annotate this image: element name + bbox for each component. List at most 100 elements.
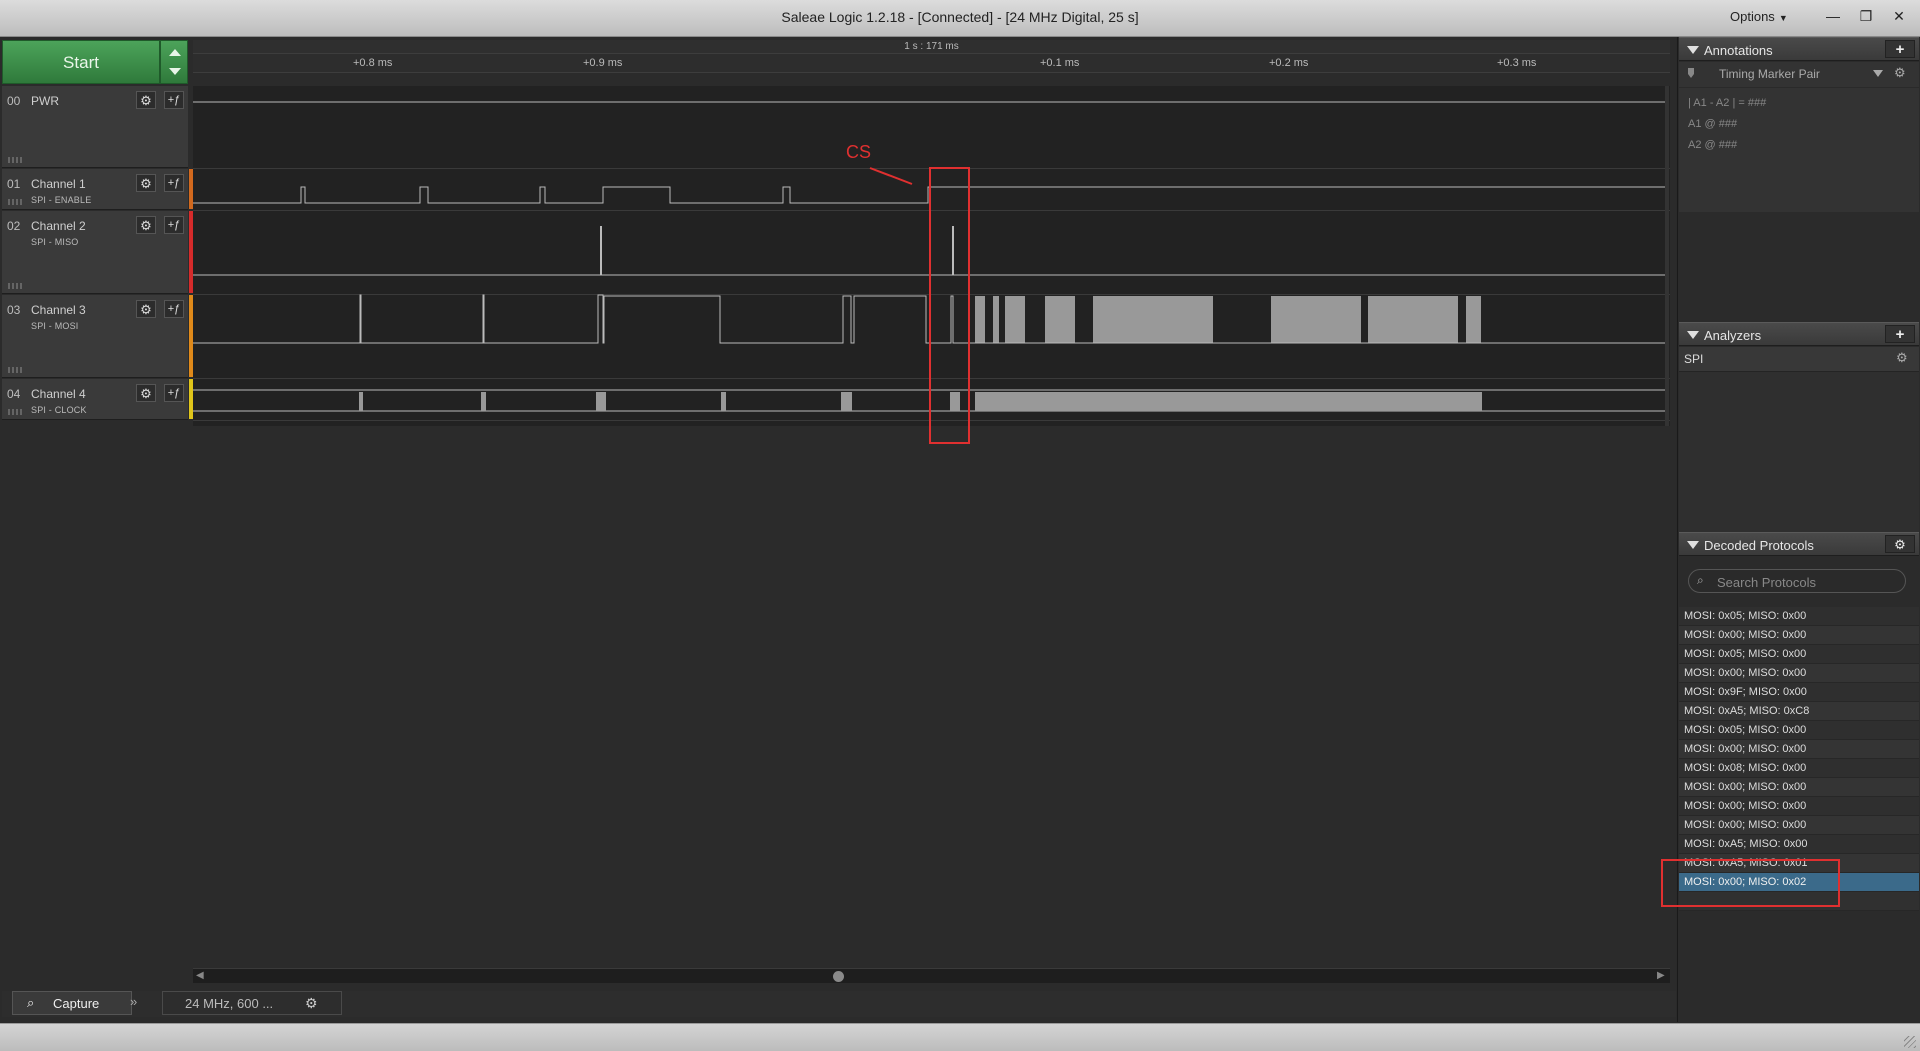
chevron-down-icon[interactable] [1873, 70, 1883, 77]
horizontal-scrollbar[interactable]: ◀ ▶ [193, 968, 1670, 983]
waveform-background [193, 86, 1670, 426]
chevron-down-icon: ▼ [1778, 13, 1788, 23]
clock-burst [975, 392, 1482, 411]
channel-number: 00 [7, 94, 21, 108]
list-item[interactable]: MOSI: 0x08; MISO: 0x00 [1679, 759, 1919, 778]
close-icon[interactable]: ✕ [1888, 6, 1910, 26]
channel-number: 02 [7, 219, 21, 233]
protocol-search[interactable]: ⌕ [1688, 569, 1906, 593]
window-title: Saleae Logic 1.2.18 - [Connected] - [24 … [781, 9, 1139, 25]
chevron-up-icon [169, 49, 181, 56]
channel-number: 04 [7, 387, 21, 401]
gear-icon[interactable]: ⚙ [136, 216, 156, 234]
drag-handle-icon[interactable] [8, 199, 22, 205]
timescale-label: 1 s : 171 ms [904, 41, 959, 52]
annotations-header[interactable]: Annotations + [1679, 37, 1919, 61]
annotations-title: Annotations [1704, 43, 1773, 58]
gear-icon[interactable]: ⚙ [136, 384, 156, 402]
gear-icon[interactable]: ⚙ [136, 174, 156, 192]
list-item[interactable]: MOSI: 0xA5; MISO: 0x01 [1679, 854, 1919, 873]
mosi-burst-block [993, 296, 999, 343]
channel-subtitle: SPI - MISO [31, 237, 79, 247]
list-item-selected[interactable]: MOSI: 0x00; MISO: 0x02 [1679, 873, 1919, 892]
minimize-icon[interactable]: — [1822, 6, 1844, 26]
list-item[interactable]: MOSI: 0x05; MISO: 0x00 [1679, 607, 1919, 626]
resize-grip-icon[interactable] [1904, 1036, 1916, 1048]
trigger-icon[interactable]: +ƒ [164, 91, 184, 109]
time-tick: +0.8 ms [353, 57, 393, 69]
channel-name: Channel 1 [31, 177, 86, 191]
channel-row-02[interactable]: 02 Channel 2 SPI - MISO ⚙ +ƒ [2, 211, 193, 294]
marker-a2: A2 @ ### [1688, 139, 1738, 151]
trigger-icon[interactable]: +ƒ [164, 174, 184, 192]
search-input[interactable] [1715, 572, 1899, 592]
clock-pulse [950, 392, 960, 411]
list-item[interactable]: MOSI: 0xA5; MISO: 0xC8 [1679, 702, 1919, 721]
trigger-icon[interactable]: +ƒ [164, 216, 184, 234]
drag-handle-icon[interactable] [8, 409, 22, 415]
trigger-icon[interactable]: +ƒ [164, 384, 184, 402]
capture-label: Capture [53, 996, 100, 1011]
gear-icon[interactable]: ⚙ [305, 992, 318, 1014]
capture-rate-label: 24 MHz, 600 ... [185, 996, 274, 1011]
trigger-icon[interactable]: +ƒ [164, 300, 184, 318]
expand-tabs-icon[interactable]: » [130, 994, 137, 1009]
drag-handle-icon[interactable] [8, 157, 22, 163]
timing-marker-label: Timing Marker Pair [1719, 67, 1820, 81]
collapse-icon[interactable] [1687, 541, 1699, 549]
add-annotation-button[interactable]: + [1885, 40, 1915, 58]
title-bar: Saleae Logic 1.2.18 - [Connected] - [24 … [0, 0, 1920, 37]
list-item[interactable]: MOSI: 0x00; MISO: 0x00 [1679, 816, 1919, 835]
list-item[interactable]: MOSI: 0x00; MISO: 0x00 [1679, 664, 1919, 683]
mosi-burst-block [1466, 296, 1481, 343]
start-options-spinner[interactable] [160, 40, 188, 84]
decoded-protocol-list[interactable]: MOSI: 0x05; MISO: 0x00 MOSI: 0x00; MISO:… [1679, 607, 1919, 911]
list-item[interactable]: MOSI: 0x00; MISO: 0x00 [1679, 778, 1919, 797]
channel-name: Channel 2 [31, 219, 86, 233]
time-ruler[interactable]: +0.8 ms +0.9 ms +0.1 ms +0.2 ms +0.3 ms [193, 54, 1670, 73]
gear-icon[interactable]: ⚙ [136, 91, 156, 109]
mosi-burst-block [975, 296, 985, 343]
capture-settings-tab[interactable]: 24 MHz, 600 ... ⚙ [162, 991, 342, 1015]
clock-pulse [481, 392, 486, 411]
scroll-right-icon[interactable]: ▶ [1657, 970, 1665, 981]
main-area: Start 1 s : 171 ms +0.8 ms +0.9 ms +0.1 … [0, 37, 1676, 1022]
list-item[interactable]: MOSI: 0x05; MISO: 0x00 [1679, 645, 1919, 664]
options-label: Options [1730, 9, 1775, 24]
gear-icon[interactable]: ⚙ [136, 300, 156, 318]
list-item[interactable]: MOSI: 0x00; MISO: 0x00 [1679, 740, 1919, 759]
capture-tab[interactable]: ⌕ Capture [12, 991, 132, 1015]
scrollbar-thumb[interactable] [833, 971, 844, 982]
list-item[interactable]: MOSI: 0x00; MISO: 0x00 [1679, 797, 1919, 816]
drag-handle-icon[interactable] [8, 367, 22, 373]
channel-row-04[interactable]: 04 Channel 4 SPI - CLOCK ⚙ +ƒ [2, 379, 193, 420]
add-analyzer-button[interactable]: + [1885, 325, 1915, 343]
gear-icon[interactable]: ⚙ [1894, 65, 1906, 81]
channel-row-03[interactable]: 03 Channel 3 SPI - MOSI ⚙ +ƒ [2, 295, 193, 378]
analyzer-item-spi[interactable]: SPI ⚙ [1679, 347, 1919, 372]
scroll-left-icon[interactable]: ◀ [196, 970, 204, 981]
list-item[interactable]: MOSI: 0x05; MISO: 0x00 [1679, 721, 1919, 740]
analyzers-header[interactable]: Analyzers + [1679, 322, 1919, 346]
channel-row-01[interactable]: 01 Channel 1 SPI - ENABLE ⚙ +ƒ [2, 169, 193, 210]
list-item[interactable]: MOSI: 0x00; MISO: 0x00 [1679, 626, 1919, 645]
channel-number: 03 [7, 303, 21, 317]
channel-subtitle: SPI - MOSI [31, 321, 79, 331]
clock-pulse [841, 392, 852, 411]
collapse-icon[interactable] [1687, 46, 1699, 54]
drag-handle-icon[interactable] [8, 283, 22, 289]
list-item-empty [1679, 892, 1919, 911]
list-item[interactable]: MOSI: 0xA5; MISO: 0x00 [1679, 835, 1919, 854]
restore-icon[interactable]: ❐ [1855, 6, 1877, 26]
channel-row-00[interactable]: 00 PWR ⚙ +ƒ [2, 86, 188, 168]
gear-icon[interactable]: ⚙ [1885, 535, 1915, 553]
waveform-view[interactable] [193, 86, 1670, 426]
timing-marker-row[interactable]: Timing Marker Pair ⚙ [1679, 62, 1919, 88]
decoded-protocols-header[interactable]: Decoded Protocols ⚙ [1679, 532, 1919, 556]
collapse-icon[interactable] [1687, 331, 1699, 339]
list-item[interactable]: MOSI: 0x9F; MISO: 0x00 [1679, 683, 1919, 702]
gear-icon[interactable]: ⚙ [1896, 350, 1908, 366]
options-menu[interactable]: Options ▼ [1730, 9, 1788, 24]
clock-pulse [359, 392, 363, 411]
start-button[interactable]: Start [2, 40, 160, 84]
